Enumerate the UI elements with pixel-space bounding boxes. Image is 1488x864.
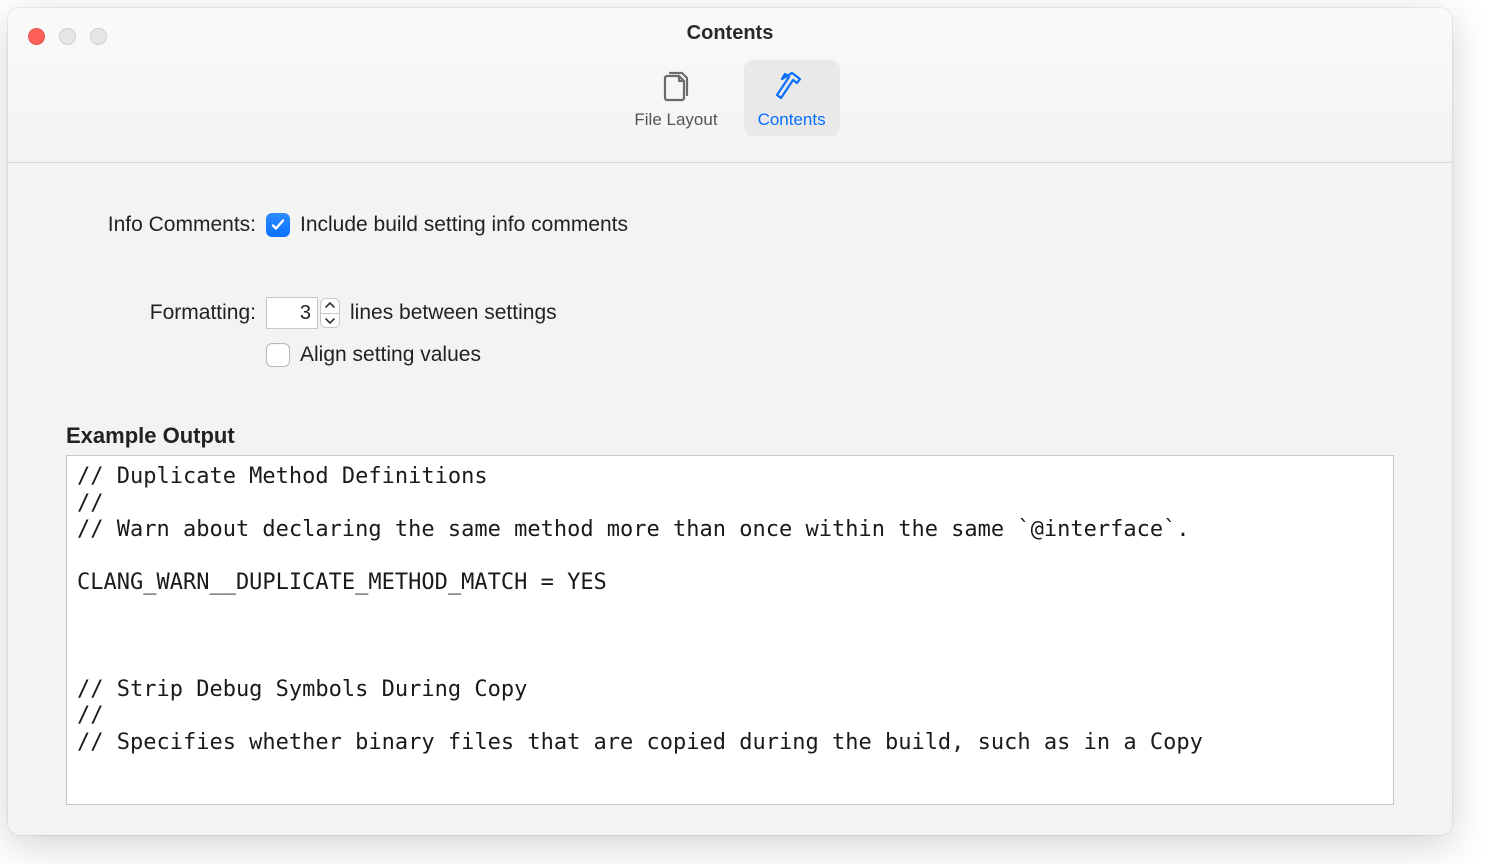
lines-between-stepper — [266, 297, 340, 329]
example-output-heading: Example Output — [66, 423, 1394, 449]
tab-contents[interactable]: Contents — [744, 60, 840, 136]
lines-between-suffix: lines between settings — [350, 301, 557, 325]
info-comments-label: Info Comments: — [66, 213, 266, 237]
content-area: Info Comments: Include build setting inf… — [8, 163, 1452, 835]
stepper-down-button[interactable] — [321, 314, 339, 328]
include-info-comments-label: Include build setting info comments — [300, 213, 628, 237]
preferences-window: Contents File Layout Conte — [8, 8, 1452, 835]
example-output-text: // Duplicate Method Definitions // // Wa… — [66, 455, 1394, 805]
align-values-row: Align setting values — [66, 343, 1394, 367]
tab-label: File Layout — [634, 110, 717, 130]
include-info-comments-checkbox[interactable] — [266, 213, 290, 237]
info-comments-row: Info Comments: Include build setting inf… — [66, 213, 1394, 237]
document-stack-icon — [655, 66, 697, 108]
tab-file-layout[interactable]: File Layout — [620, 60, 731, 136]
tab-label: Contents — [758, 110, 826, 130]
lines-between-input[interactable] — [266, 297, 318, 329]
window-title: Contents — [8, 22, 1452, 45]
align-values-label: Align setting values — [300, 343, 481, 367]
hammer-icon — [771, 66, 813, 108]
align-values-checkbox[interactable] — [266, 343, 290, 367]
formatting-lines-row: Formatting: lines between settings — [66, 297, 1394, 329]
titlebar: Contents File Layout Conte — [8, 8, 1452, 163]
formatting-label: Formatting: — [66, 301, 266, 325]
stepper-up-button[interactable] — [321, 299, 339, 314]
toolbar: File Layout Contents — [8, 60, 1452, 136]
stepper-buttons — [320, 298, 340, 328]
